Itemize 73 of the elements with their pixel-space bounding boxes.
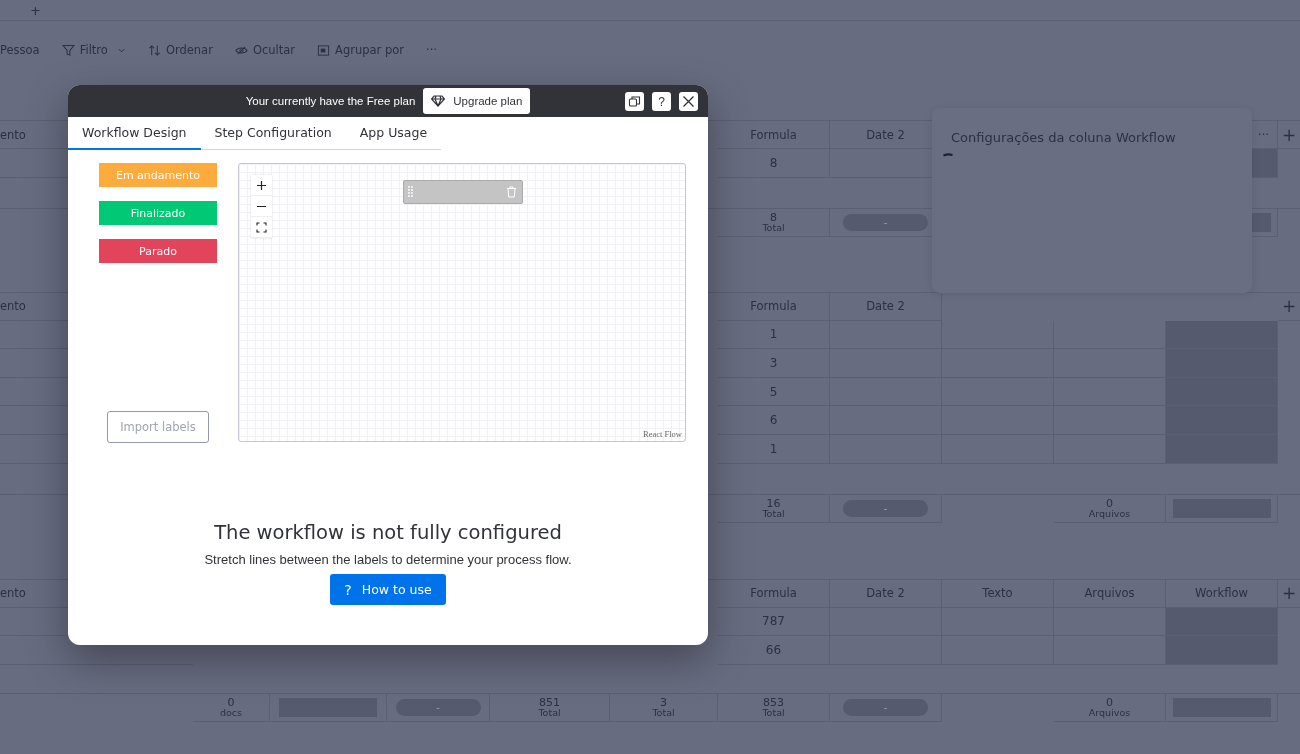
empty-state-title: The workflow is not fully configured bbox=[214, 521, 562, 544]
flow-node[interactable] bbox=[403, 180, 523, 204]
tab[interactable]: Workflow Design bbox=[68, 117, 201, 150]
column-header: Date 2 bbox=[866, 586, 905, 601]
summary-total: 851 Total bbox=[538, 697, 561, 718]
toolbar-button[interactable]: Ordenar bbox=[147, 43, 213, 57]
status-label[interactable]: Parado bbox=[99, 239, 217, 263]
table-cell: 6 bbox=[718, 406, 830, 435]
column-header: Date 2 bbox=[866, 299, 905, 314]
sort-icon bbox=[147, 43, 161, 57]
restore-window-button[interactable] bbox=[625, 92, 644, 111]
table-cell: 8 bbox=[718, 149, 830, 178]
how-to-use-button[interactable]: ? How to use bbox=[330, 574, 446, 605]
summary-pill: - bbox=[843, 499, 928, 517]
column-header: Arquivos bbox=[1084, 586, 1135, 601]
add-column-button[interactable]: + bbox=[1281, 583, 1297, 604]
filter-icon bbox=[61, 43, 75, 57]
close-button[interactable] bbox=[679, 92, 698, 111]
upgrade-plan-button[interactable]: Upgrade plan bbox=[423, 88, 531, 114]
fit-view-button[interactable] bbox=[251, 217, 272, 238]
attribution-link[interactable]: React Flow bbox=[643, 429, 682, 439]
tab[interactable]: App Usage bbox=[345, 117, 442, 150]
help-button[interactable]: ? bbox=[652, 92, 671, 111]
toolbar-button[interactable]: ··· bbox=[426, 43, 437, 57]
summary-total: 8 Total bbox=[762, 211, 785, 233]
table-cell: 1 bbox=[718, 320, 830, 350]
add-column-button[interactable]: + bbox=[1281, 296, 1297, 317]
add-column-button[interactable]: + bbox=[1281, 124, 1297, 145]
column-header: Date 2 bbox=[866, 127, 905, 142]
toolbar-button[interactable]: Pessoa bbox=[0, 43, 40, 57]
column-header: Formula bbox=[750, 586, 797, 601]
toolbar-button[interactable]: Agrupar por bbox=[317, 43, 405, 57]
group-icon bbox=[317, 43, 331, 57]
summary-pill: - bbox=[843, 213, 928, 231]
status-label[interactable]: Em andamento bbox=[99, 163, 217, 187]
toolbar-button[interactable]: Ocultar bbox=[234, 43, 296, 57]
column-header: Formula bbox=[750, 127, 797, 142]
empty-state-description: Stretch lines between the labels to determine your process flow. bbox=[204, 552, 572, 567]
column-header: ento bbox=[0, 127, 26, 142]
diamond-icon bbox=[431, 95, 446, 107]
table-cell: 3 bbox=[718, 349, 830, 378]
column-header: Formula bbox=[750, 299, 797, 314]
trash-icon[interactable] bbox=[506, 186, 517, 198]
plus-icon bbox=[256, 179, 267, 191]
summary-total: 853 Total bbox=[762, 697, 785, 718]
column-header: Texto bbox=[982, 586, 1013, 601]
dash-icon bbox=[943, 153, 953, 157]
table-cell: 1 bbox=[718, 434, 830, 464]
column-header: ento bbox=[0, 299, 26, 314]
toolbar-button[interactable]: Filtro bbox=[61, 43, 126, 57]
windows-icon bbox=[628, 95, 641, 108]
zoom-in-button[interactable] bbox=[251, 175, 272, 196]
column-menu-button[interactable]: ··· bbox=[1258, 127, 1269, 142]
table-cell: 787 bbox=[718, 607, 830, 637]
flow-canvas[interactable]: React Flow bbox=[238, 163, 686, 442]
table-cell: 5 bbox=[718, 377, 830, 407]
column-header: Workflow bbox=[1195, 586, 1248, 601]
drag-handle-icon[interactable] bbox=[408, 186, 413, 198]
summary-total: 0 Arquivos bbox=[1088, 697, 1131, 718]
summary-total: 16 Total bbox=[762, 497, 785, 519]
plan-banner: Your currently have the Free plan Upgrade plan ? bbox=[68, 85, 708, 117]
add-tab-button[interactable]: + bbox=[30, 2, 41, 18]
summary-total: 0 Arquivos bbox=[1088, 497, 1131, 519]
table-cell: 66 bbox=[718, 636, 830, 665]
status-label[interactable]: Finalizado bbox=[99, 201, 217, 225]
summary-pill: - bbox=[843, 698, 928, 716]
summary-total: 3 Total bbox=[652, 697, 675, 718]
close-icon bbox=[682, 95, 695, 108]
column-header: ento bbox=[0, 586, 26, 601]
summary-pill: - bbox=[395, 698, 481, 716]
tab[interactable]: Step Configuration bbox=[200, 117, 346, 150]
panel-title: Configurações da coluna Workflow bbox=[951, 130, 1177, 145]
fit-view-icon bbox=[256, 221, 267, 233]
